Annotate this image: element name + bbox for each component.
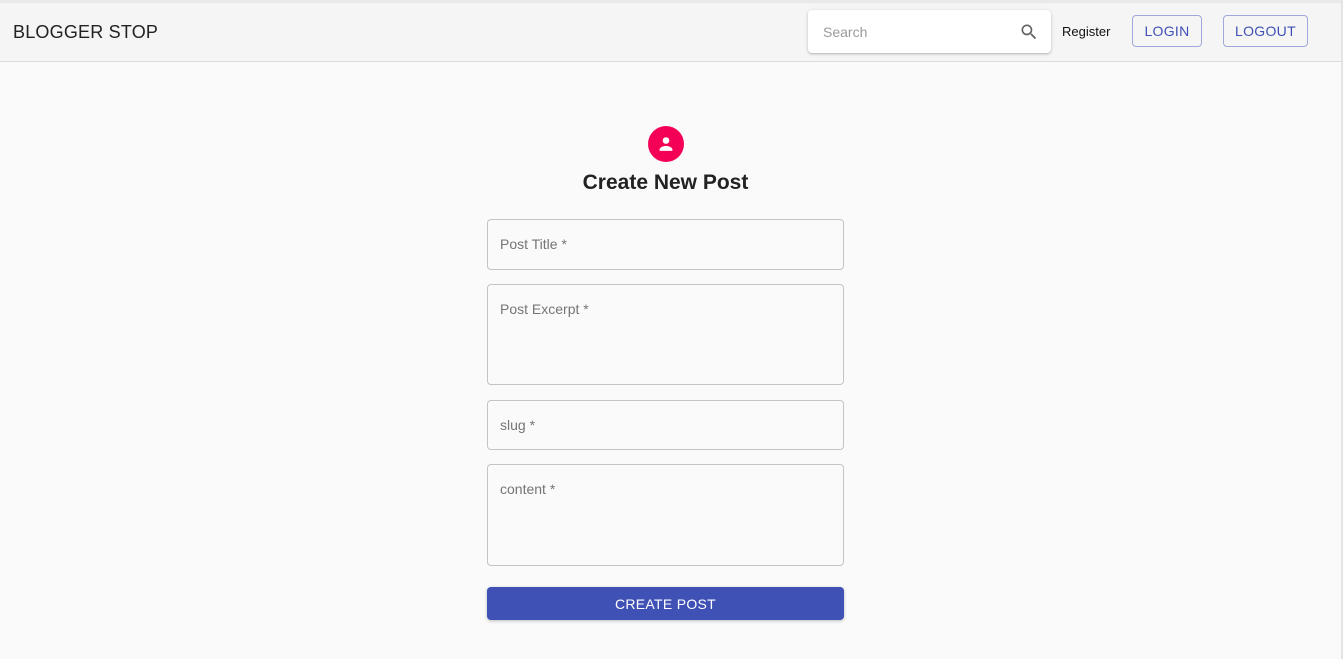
- post-excerpt-field[interactable]: Post Excerpt *: [487, 284, 844, 385]
- person-icon: [659, 137, 673, 151]
- post-excerpt-label: Post Excerpt *: [500, 301, 589, 317]
- logout-button[interactable]: LOGOUT: [1223, 15, 1308, 47]
- avatar: [648, 126, 684, 162]
- content-field[interactable]: content *: [487, 464, 844, 566]
- slug-field[interactable]: slug *: [487, 400, 844, 450]
- post-title-field[interactable]: Post Title *: [487, 219, 844, 270]
- search-icon[interactable]: [1019, 22, 1039, 42]
- create-post-button[interactable]: CREATE POST: [487, 587, 844, 620]
- post-title-label: Post Title *: [500, 236, 567, 252]
- login-button[interactable]: LOGIN: [1132, 15, 1202, 47]
- brand-title: BLOGGER STOP: [13, 22, 159, 42]
- search-box[interactable]: [808, 10, 1051, 53]
- content-label: content *: [500, 481, 556, 497]
- slug-label: slug *: [500, 417, 536, 433]
- search-input[interactable]: [808, 10, 1013, 53]
- page-title: Create New Post: [582, 171, 749, 194]
- register-link[interactable]: Register: [1062, 24, 1110, 39]
- app-bar: BLOGGER STOP Register LOGIN LOGOUT: [0, 3, 1341, 62]
